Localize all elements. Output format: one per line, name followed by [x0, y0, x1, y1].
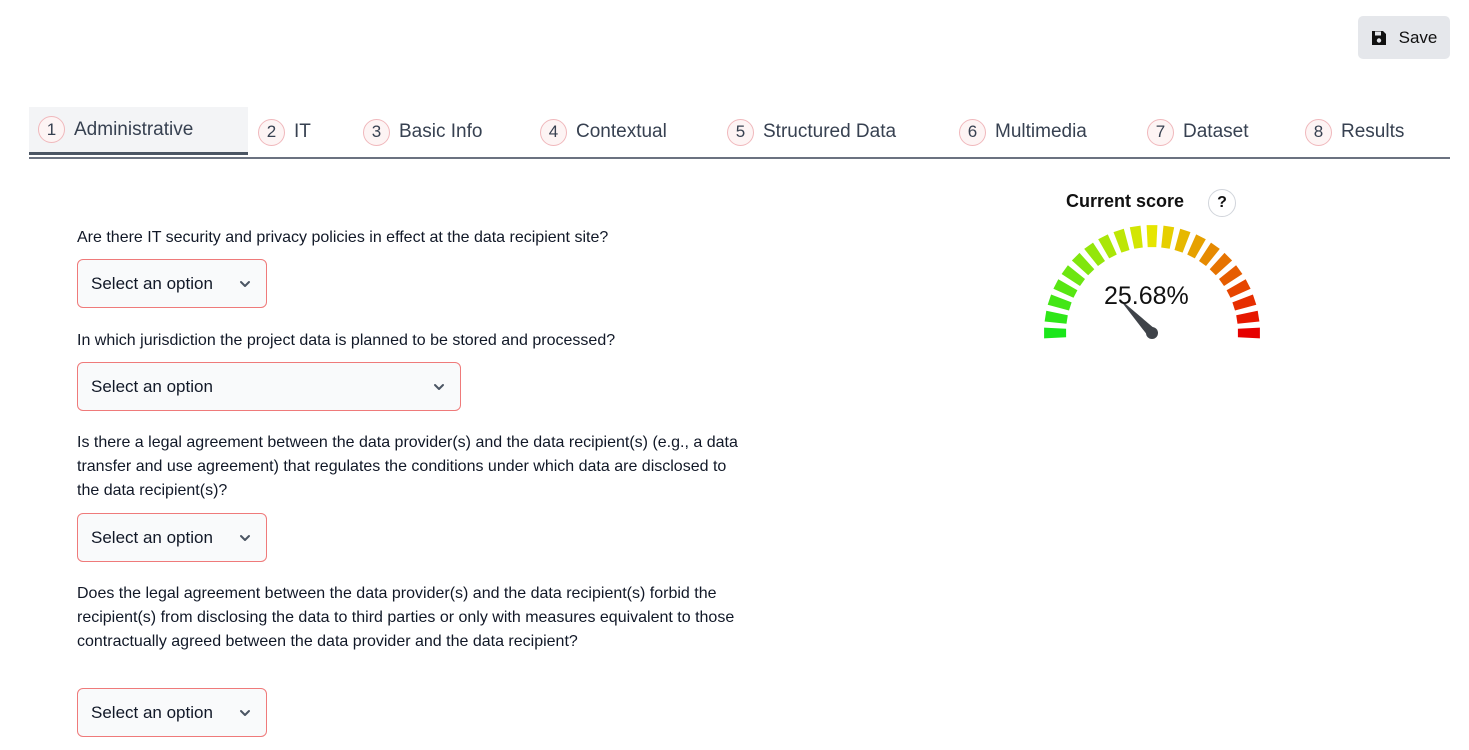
tab-step-number: 5: [727, 118, 754, 146]
gauge-segment: [1129, 225, 1143, 249]
tab-multimedia[interactable]: 6 Multimedia: [959, 107, 1087, 157]
tab-label: Administrative: [74, 118, 194, 140]
score-value: 25.68%: [1104, 282, 1189, 310]
tab-label: Structured Data: [763, 121, 897, 142]
gauge-segment: [1187, 234, 1206, 259]
tab-contextual[interactable]: 4 Contextual: [540, 107, 667, 157]
floppy-disk-icon: [1371, 30, 1386, 45]
third-party-disclosure-select[interactable]: Select an option: [77, 688, 267, 737]
tab-step-number: 8: [1305, 118, 1332, 146]
gauge-segment: [1053, 279, 1078, 298]
tab-results[interactable]: 8 Results: [1305, 107, 1404, 157]
tab-step-number: 3: [363, 118, 390, 146]
tab-label: IT: [294, 121, 311, 142]
gauge-segment: [1232, 294, 1257, 311]
chevron-down-icon: [240, 710, 250, 716]
chevron-down-icon: [434, 384, 444, 390]
tab-label: Results: [1341, 121, 1405, 142]
tab-step-number: 1: [38, 116, 65, 143]
score-help-button[interactable]: ?: [1208, 189, 1236, 217]
score-title: Current score: [1066, 191, 1185, 211]
chevron-down-icon: [240, 281, 250, 287]
tab-label: Multimedia: [995, 121, 1087, 142]
select-value: Select an option: [91, 527, 213, 547]
question-jurisdiction: In which jurisdiction the project data i…: [77, 332, 616, 349]
gauge-segment: [1237, 327, 1260, 339]
gauge-segment: [1047, 294, 1072, 311]
select-value: Select an option: [91, 376, 213, 396]
gauge-segment: [1113, 228, 1130, 253]
tab-step-number: 6: [959, 118, 986, 146]
legal-agreement-select[interactable]: Select an option: [77, 513, 267, 562]
select-value: Select an option: [91, 702, 213, 722]
tab-structured-data[interactable]: 5 Structured Data: [727, 107, 896, 157]
question-it-security-policies: Are there IT security and privacy polici…: [77, 229, 609, 246]
question-legal-agreement: Is there a legal agreement between the d…: [77, 434, 738, 499]
tab-it[interactable]: 2 IT: [258, 107, 311, 157]
gauge-segment: [1226, 279, 1251, 298]
tab-step-number: 2: [258, 118, 285, 146]
gauge-segment: [1161, 225, 1175, 249]
jurisdiction-select[interactable]: Select an option: [77, 362, 461, 411]
tab-step-number: 4: [540, 118, 567, 146]
gauge-segment: [1044, 327, 1067, 339]
gauge-segment: [1044, 310, 1068, 324]
tab-label: Basic Info: [399, 121, 483, 142]
tab-label: Contextual: [576, 121, 667, 142]
page: Save 1 Administrative 2 IT 3 Basic Info …: [0, 0, 1469, 750]
tab-dataset[interactable]: 7 Dataset: [1147, 107, 1248, 157]
tab-step-number: 7: [1147, 118, 1174, 146]
save-button-label: Save: [1398, 27, 1438, 47]
gauge-segment: [1146, 225, 1158, 248]
select-value: Select an option: [91, 273, 213, 293]
gauge-segment: [1174, 228, 1191, 253]
tab-basic-info[interactable]: 3 Basic Info: [363, 107, 482, 157]
chevron-down-icon: [240, 535, 250, 541]
tab-administrative[interactable]: 1 Administrative: [29, 107, 248, 155]
it-security-select[interactable]: Select an option: [77, 259, 267, 308]
save-button[interactable]: Save: [1358, 16, 1450, 59]
gauge-segment: [1236, 310, 1260, 324]
gauge-segment: [1098, 234, 1117, 259]
question-mark-icon: ?: [1217, 194, 1227, 211]
tab-label: Dataset: [1183, 121, 1249, 142]
step-tabs: 1 Administrative 2 IT 3 Basic Info 4 Con…: [29, 107, 1450, 159]
gauge-hub: [1146, 327, 1158, 339]
question-third-party-disclosure: Does the legal agreement between the dat…: [77, 585, 735, 650]
